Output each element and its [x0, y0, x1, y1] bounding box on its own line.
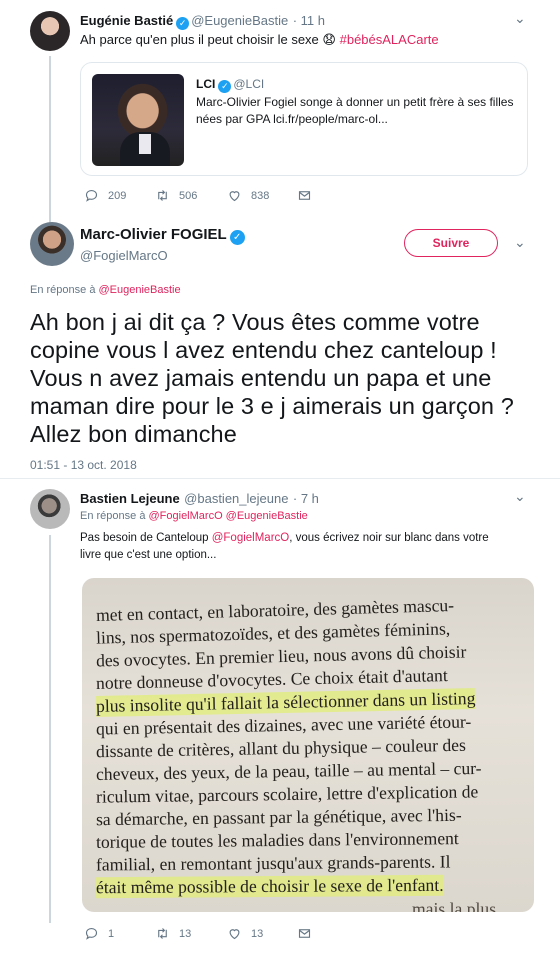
verified-icon: ✓ — [229, 230, 245, 245]
author-name[interactable]: Marc-Olivier FOGIEL — [80, 226, 227, 243]
retweet-button[interactable]: 13 — [155, 926, 191, 941]
verified-icon: ✓ — [176, 17, 190, 30]
thread-line — [49, 535, 51, 923]
chevron-down-icon[interactable]: ⌄ — [514, 10, 526, 27]
tweet1-header: Eugénie Bastié ✓ @EugenieBastie · 11 h — [80, 12, 325, 30]
reply-count: 209 — [108, 189, 127, 202]
book-line: cheveux, des yeux, de la peau, taille – … — [95, 757, 482, 785]
reply-icon — [85, 189, 98, 202]
reply-prefix: En réponse à — [80, 510, 146, 522]
book-line-highlighted: était même possible de choisir le sexe d… — [95, 874, 444, 899]
reply-count: 1 — [108, 927, 115, 940]
book-line: torique de toutes les maladies dans l'en… — [95, 828, 459, 852]
quoted-tweet-card[interactable]: LCI ✓ @LCI Marc-Olivier Fogiel songe à don… — [80, 62, 528, 176]
hashtag-link[interactable]: #bébésALACarte — [340, 32, 439, 47]
envelope-icon — [298, 191, 311, 200]
chevron-down-icon[interactable]: ⌄ — [514, 488, 526, 505]
message-button[interactable] — [297, 188, 312, 203]
reply-icon — [85, 927, 98, 940]
tweet2-header: Marc-Olivier FOGIEL ✓ — [80, 226, 247, 245]
thread-line — [49, 56, 51, 224]
reply-mention-link[interactable]: @EugenieBastie — [99, 284, 181, 296]
author-name[interactable]: Bastien Lejeune — [80, 491, 180, 506]
author-name[interactable]: Eugénie Bastié — [80, 13, 173, 28]
reply-button[interactable]: 1 — [84, 926, 114, 941]
book-line: riculum vitae, parcours scolaire, lettre… — [95, 781, 479, 807]
retweet-count: 506 — [179, 189, 198, 202]
reply-context: En réponse à @FogielMarcO @EugenieBastie — [80, 510, 308, 522]
like-count: 13 — [251, 927, 264, 940]
avatar-eugenie[interactable] — [30, 11, 70, 51]
message-button[interactable] — [297, 926, 312, 941]
tweet1-text: Ah parce qu'en plus il peut choisir le s… — [80, 32, 439, 48]
reply-mention-link[interactable]: @FogielMarcO @EugenieBastie — [149, 510, 308, 522]
retweet-count: 13 — [179, 927, 192, 940]
avatar-fogiel[interactable] — [30, 222, 74, 266]
like-count: 838 — [251, 189, 270, 202]
reply-prefix: En réponse à — [30, 284, 96, 296]
quote-author-handle: @LCI — [233, 77, 265, 91]
tweet-text-b: , vous écrivez noir sur blanc dans votre — [289, 532, 489, 544]
reply-context: En réponse à @EugenieBastie — [30, 284, 181, 296]
envelope-icon — [298, 929, 311, 938]
verified-icon: ✓ — [218, 80, 232, 93]
book-line-cut: mais la plus — [412, 899, 497, 912]
tweet-text-c: livre que c'est une option... — [80, 549, 217, 561]
divider — [0, 478, 560, 479]
retweet-icon — [158, 928, 167, 939]
tweet-text: Ah parce qu'en plus il peut choisir le s… — [80, 32, 319, 47]
chevron-down-icon[interactable]: ⌄ — [514, 234, 526, 251]
tweet3-text: Pas besoin de Canteloup @FogielMarcO, vo… — [80, 530, 520, 564]
like-button[interactable]: 13 — [227, 926, 263, 941]
quote-header: LCI ✓ @LCI — [196, 75, 264, 93]
book-line: familial, en remontant jusqu'aux grands-… — [95, 851, 451, 875]
tweet-text: Ah bon j ai dit ça ? Vous êtes comme vot… — [30, 309, 514, 447]
emoji: 😧 — [322, 32, 336, 47]
mention-link[interactable]: @FogielMarcO — [212, 532, 290, 544]
author-handle[interactable]: @FogielMarcO — [80, 248, 168, 263]
retweet-icon — [158, 190, 167, 201]
tweet3-header: Bastien Lejeune @bastien_lejeune · 7 h — [80, 490, 319, 508]
tweet-text-a: Pas besoin de Canteloup — [80, 532, 209, 544]
heart-icon — [229, 929, 240, 940]
book-line: sa démarche, en passant par la génétique… — [95, 804, 462, 830]
reply-button[interactable]: 209 — [84, 188, 126, 203]
tweet-timestamp[interactable]: 01:51 - 13 oct. 2018 — [30, 458, 137, 472]
avatar-bastien[interactable] — [30, 489, 70, 529]
tweet-time[interactable]: · 11 h — [293, 13, 325, 28]
follow-button[interactable]: Suivre — [404, 229, 498, 257]
quote-author-name: LCI — [196, 77, 216, 91]
quote-text: Marc-Olivier Fogiel songe à donner un pe… — [196, 95, 514, 126]
author-handle[interactable]: @bastien_lejeune — [184, 491, 288, 506]
attached-photo[interactable]: met en contact, en laboratoire, des gamè… — [82, 578, 534, 912]
quote-image — [92, 74, 184, 166]
like-button[interactable]: 838 — [227, 188, 269, 203]
retweet-button[interactable]: 506 — [155, 188, 197, 203]
tweet-time[interactable]: · 7 h — [293, 491, 319, 506]
author-handle[interactable]: @EugenieBastie — [191, 13, 288, 28]
heart-icon — [229, 191, 240, 202]
